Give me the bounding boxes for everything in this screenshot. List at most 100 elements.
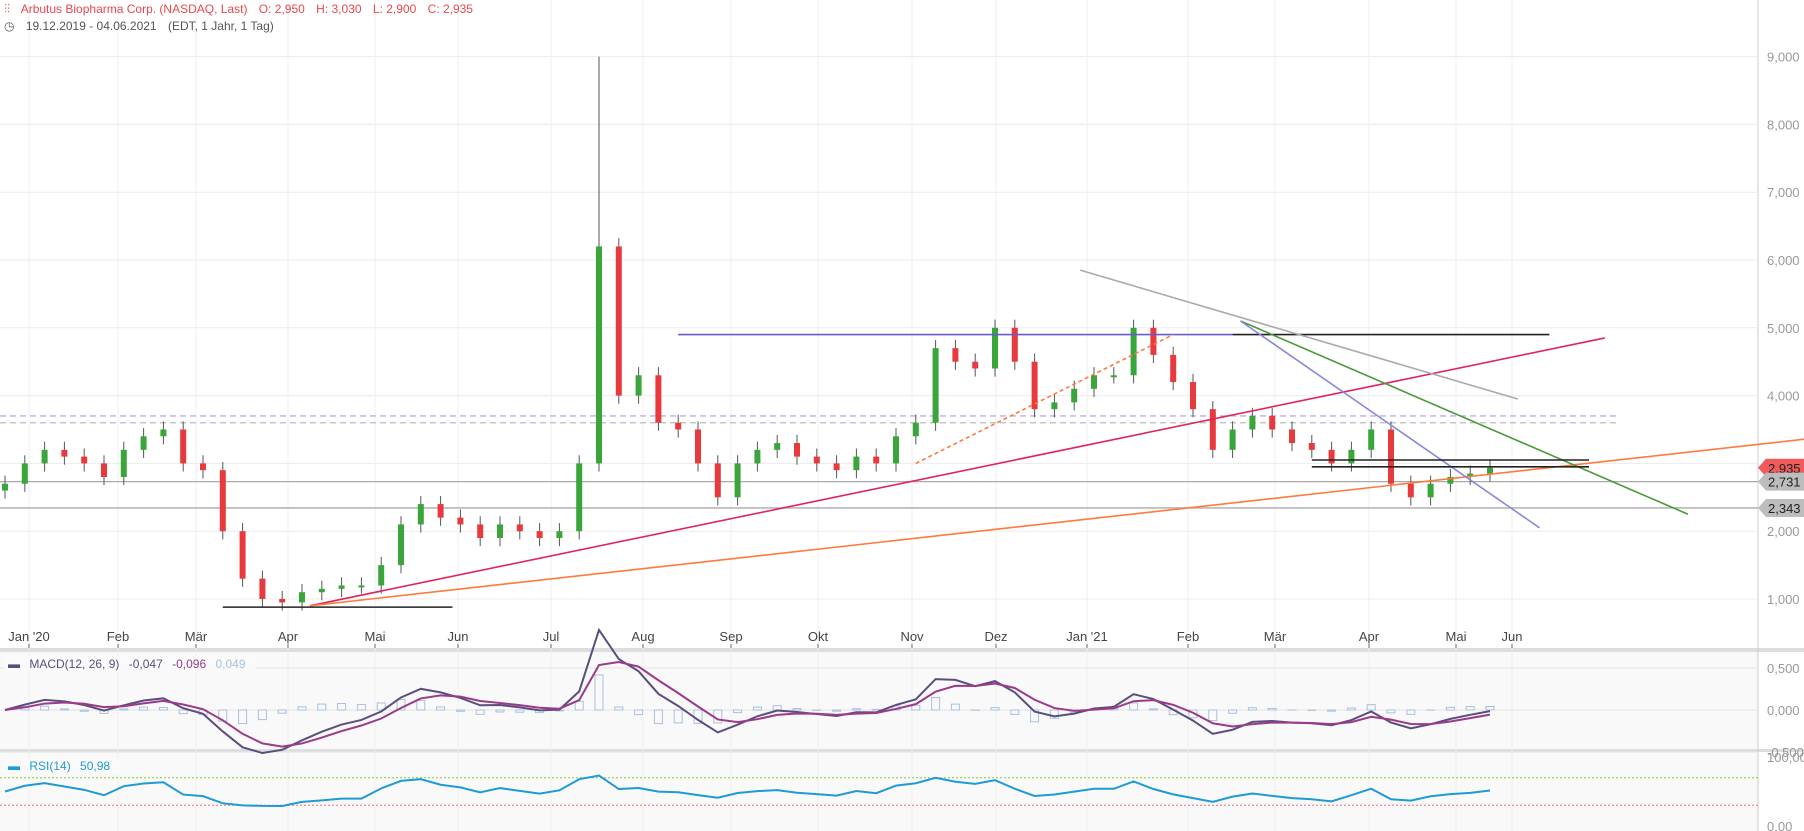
low-value: L: 2,900 bbox=[372, 2, 417, 16]
instrument-title[interactable]: Arbutus Biopharma Corp. (NASDAQ, Last) bbox=[21, 2, 248, 16]
candle bbox=[41, 449, 48, 464]
candle bbox=[437, 504, 444, 518]
candle bbox=[615, 246, 622, 396]
candle bbox=[417, 504, 424, 525]
candle bbox=[21, 463, 28, 484]
candle bbox=[1388, 429, 1394, 484]
candle bbox=[873, 456, 880, 464]
x-tick-label: Jun bbox=[448, 629, 469, 644]
candle bbox=[1051, 402, 1058, 410]
candle bbox=[378, 565, 385, 586]
candle bbox=[516, 524, 523, 532]
y-tick-label: 9,000 bbox=[1767, 50, 1800, 65]
candle bbox=[101, 463, 107, 477]
candle bbox=[893, 436, 899, 464]
close-value: C: 2,935 bbox=[427, 2, 473, 16]
candle bbox=[635, 375, 642, 396]
candle bbox=[695, 429, 701, 464]
range-info: (EDT, 1 Jahr, 1 Tag) bbox=[167, 19, 274, 33]
price-tag-label: 2,343 bbox=[1768, 501, 1801, 516]
high-value: H: 3,030 bbox=[316, 2, 362, 16]
clock-icon[interactable]: ◷ bbox=[4, 19, 14, 33]
candle bbox=[1427, 483, 1434, 498]
y-tick-label: 8,000 bbox=[1767, 117, 1800, 132]
candle bbox=[1150, 327, 1157, 355]
trend-line bbox=[309, 438, 1804, 607]
candle bbox=[794, 443, 800, 457]
candle bbox=[952, 348, 959, 362]
candle bbox=[853, 456, 860, 471]
candle bbox=[833, 463, 840, 471]
candle bbox=[2, 483, 8, 491]
candle bbox=[398, 524, 404, 566]
candle bbox=[813, 456, 820, 464]
x-tick-label: Mai bbox=[365, 629, 386, 644]
candle bbox=[1071, 388, 1078, 403]
candle bbox=[1308, 443, 1315, 450]
date-range[interactable]: 19.12.2019 - 04.06.2021 bbox=[26, 19, 157, 33]
x-tick-label: Mär bbox=[1264, 629, 1287, 644]
candle bbox=[160, 429, 167, 437]
open-value: O: 2,950 bbox=[258, 2, 305, 16]
candle bbox=[655, 375, 662, 423]
candlestick-settings-icon[interactable]: ⫶⫶ bbox=[4, 2, 10, 16]
candle bbox=[200, 463, 206, 471]
macd-swatch: ▬ bbox=[8, 657, 20, 671]
candle bbox=[180, 429, 187, 464]
candle bbox=[1209, 409, 1216, 450]
candle bbox=[81, 456, 88, 464]
candle bbox=[120, 449, 127, 477]
macd-panel bbox=[0, 652, 1758, 750]
x-tick-label: Feb bbox=[107, 629, 129, 644]
y-tick-label: 6,000 bbox=[1767, 253, 1800, 268]
x-tick-label: Apr bbox=[278, 629, 299, 644]
candle bbox=[1487, 467, 1493, 474]
trend-line bbox=[1240, 320, 1689, 515]
x-tick-label: Aug bbox=[631, 629, 654, 644]
macd-hist-value: 0,049 bbox=[215, 657, 246, 671]
candle bbox=[1170, 354, 1177, 383]
candle bbox=[497, 524, 503, 538]
macd-legend[interactable]: ▬ MACD(12, 26, 9) -0,047 -0,096 0,049 bbox=[4, 656, 256, 672]
price-tag-label: 2,731 bbox=[1768, 475, 1801, 490]
candle bbox=[556, 531, 563, 538]
y-tick-label: 1,000 bbox=[1767, 592, 1800, 607]
candle bbox=[299, 592, 305, 603]
candle bbox=[140, 436, 147, 450]
x-tick-label: Mai bbox=[1446, 629, 1467, 644]
x-tick-label: Jan '21 bbox=[1066, 629, 1108, 644]
x-tick-label: Feb bbox=[1177, 629, 1199, 644]
candle bbox=[1229, 429, 1236, 450]
rsi-label: RSI(14) bbox=[29, 759, 71, 773]
macd-signal-value: -0,096 bbox=[172, 657, 207, 671]
candle bbox=[1269, 415, 1276, 430]
candle bbox=[457, 517, 464, 525]
rsi-value: 50,98 bbox=[80, 759, 111, 773]
rsi-tick-label: 0,00 bbox=[1767, 819, 1792, 831]
x-tick-label: Apr bbox=[1359, 629, 1380, 644]
x-tick-label: Dez bbox=[984, 629, 1007, 644]
candle bbox=[1368, 429, 1375, 450]
candle bbox=[932, 348, 939, 423]
y-tick-label: 4,000 bbox=[1767, 389, 1800, 404]
rsi-legend[interactable]: ▬ RSI(14) 50,98 bbox=[4, 758, 121, 774]
candle bbox=[576, 463, 583, 532]
candle bbox=[1348, 449, 1355, 464]
candle bbox=[754, 449, 761, 464]
candle bbox=[477, 524, 484, 538]
candle bbox=[358, 585, 365, 588]
chart-canvas[interactable]: 1,0002,0003,0004,0005,0006,0007,0008,000… bbox=[0, 0, 1804, 831]
x-tick-label: Sep bbox=[719, 629, 742, 644]
x-tick-label: Jun bbox=[1502, 629, 1523, 644]
rsi-tick-label: 100,00 bbox=[1767, 750, 1804, 765]
panel-divider bbox=[0, 648, 1804, 652]
candle bbox=[774, 443, 781, 450]
candle bbox=[675, 422, 682, 430]
candle bbox=[1011, 327, 1018, 362]
macd-histogram-bar bbox=[119, 708, 129, 711]
candle bbox=[259, 578, 266, 599]
candle bbox=[596, 246, 602, 464]
candle bbox=[318, 588, 325, 593]
chart-window: 1,0002,0003,0004,0005,0006,0007,0008,000… bbox=[0, 0, 1804, 831]
candle bbox=[714, 463, 721, 498]
